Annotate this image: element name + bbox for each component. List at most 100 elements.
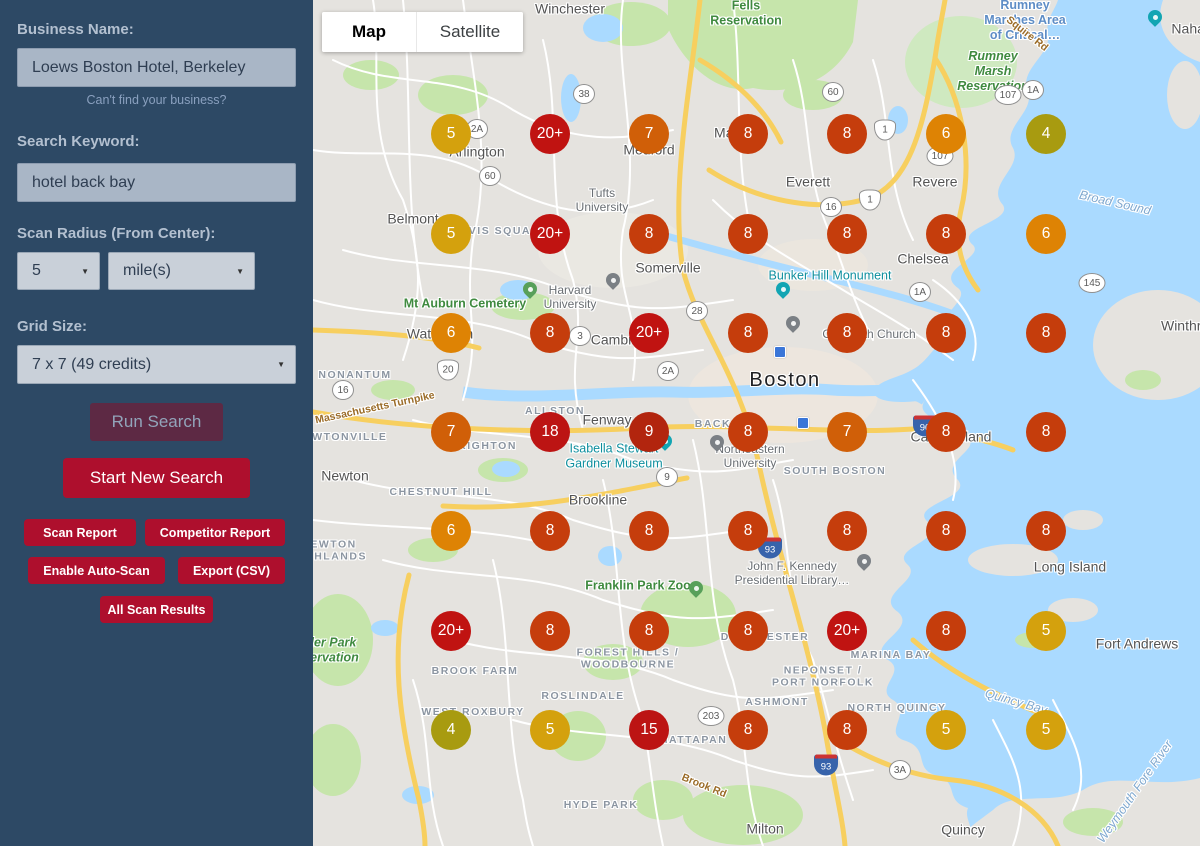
grid-rank-marker[interactable]: 8	[629, 611, 669, 651]
grid-rank-marker[interactable]: 8	[530, 611, 570, 651]
map-label: Brook Rd	[680, 771, 728, 800]
grid-rank-marker[interactable]: 5	[1026, 710, 1066, 750]
grid-rank-marker[interactable]: 8	[530, 313, 570, 353]
grid-rank-marker[interactable]: 8	[827, 313, 867, 353]
grid-rank-marker[interactable]: 4	[1026, 114, 1066, 154]
grid-rank-marker[interactable]: 8	[827, 511, 867, 551]
grid-rank-marker[interactable]: 9	[629, 412, 669, 452]
map-label: MARINA BAY	[851, 649, 932, 661]
grid-rank-marker[interactable]: 8	[728, 313, 768, 353]
route-shield-us: 1	[874, 120, 896, 141]
grid-rank-marker[interactable]: 8	[728, 114, 768, 154]
cant-find-business-link[interactable]: Can't find your business?	[0, 93, 313, 107]
grid-rank-marker[interactable]: 8	[728, 214, 768, 254]
teal-map-pin-icon	[776, 282, 790, 296]
grid-rank-marker[interactable]: 6	[926, 114, 966, 154]
route-shield-us: 1	[859, 190, 881, 211]
scan-radius-label: Scan Radius (From Center):	[17, 225, 215, 242]
competitor-report-button[interactable]: Competitor Report	[145, 519, 285, 546]
grid-rank-marker[interactable]: 8	[827, 114, 867, 154]
route-shield-circle: 9	[656, 467, 678, 487]
gray-map-pin-icon	[606, 273, 620, 287]
grid-rank-marker[interactable]: 7	[431, 412, 471, 452]
grid-rank-marker[interactable]: 5	[431, 114, 471, 154]
map-label: Winthrop	[1161, 318, 1200, 335]
grid-rank-marker[interactable]: 20+	[530, 114, 570, 154]
route-shield-circle: 3	[569, 326, 591, 346]
map-label: Mt Auburn Cemetery	[404, 297, 526, 312]
map-label: Quincy	[941, 822, 985, 839]
grid-size-select[interactable]: 7 x 7 (49 credits) ▼	[17, 345, 296, 384]
grid-rank-marker[interactable]: 7	[827, 412, 867, 452]
grid-rank-marker[interactable]: 8	[926, 412, 966, 452]
grid-rank-marker[interactable]: 6	[431, 313, 471, 353]
map-label: Winchester	[535, 1, 605, 18]
map-label: ASHMONT	[745, 696, 809, 708]
grid-rank-marker[interactable]: 5	[1026, 611, 1066, 651]
grid-rank-marker[interactable]: 15	[629, 710, 669, 750]
green-map-pin-icon	[523, 282, 537, 296]
grid-rank-marker[interactable]: 8	[1026, 412, 1066, 452]
map-label: BROOK FARM	[432, 665, 519, 677]
enable-auto-scan-button[interactable]: Enable Auto-Scan	[28, 557, 165, 584]
grid-rank-scanner-app: Business Name: Can't find your business?…	[0, 0, 1200, 846]
radius-unit-select[interactable]: mile(s) ▼	[108, 252, 255, 290]
all-scan-results-button[interactable]: All Scan Results	[100, 596, 213, 623]
map-label: Newton	[321, 468, 368, 485]
route-shield-circle: 1A	[909, 282, 931, 302]
route-shield-circle: 2A	[657, 361, 679, 381]
radius-value-select[interactable]: 5 ▼	[17, 252, 100, 290]
grid-rank-marker[interactable]: 6	[1026, 214, 1066, 254]
grid-rank-marker[interactable]: 20+	[629, 313, 669, 353]
route-shield-circle: 16	[332, 380, 354, 400]
grid-rank-marker[interactable]: 8	[827, 214, 867, 254]
grid-rank-marker[interactable]: 8	[1026, 313, 1066, 353]
map-label: NONANTUM	[318, 369, 391, 381]
satellite-view-button[interactable]: Satellite	[416, 12, 523, 52]
grid-rank-marker[interactable]: 5	[431, 214, 471, 254]
grid-rank-marker[interactable]: 8	[629, 511, 669, 551]
grid-rank-marker[interactable]: 8	[926, 511, 966, 551]
search-keyword-input[interactable]	[17, 163, 296, 202]
grid-rank-marker[interactable]: 6	[431, 511, 471, 551]
grid-rank-marker[interactable]: 8	[926, 313, 966, 353]
grid-rank-marker[interactable]: 8	[728, 611, 768, 651]
route-shield-circle: 28	[686, 301, 708, 321]
grid-rank-marker[interactable]: 8	[728, 412, 768, 452]
map-label: FellsReservation	[710, 0, 782, 28]
business-name-input[interactable]	[17, 48, 296, 87]
grid-rank-marker[interactable]: 8	[827, 710, 867, 750]
chevron-down-icon: ▼	[277, 360, 285, 369]
map-label: CHESTNUT HILL	[390, 486, 493, 498]
start-new-search-button[interactable]: Start New Search	[63, 458, 250, 498]
route-shield-us: 20	[437, 360, 459, 381]
route-shield-circle: 38	[573, 84, 595, 104]
run-search-button[interactable]: Run Search	[90, 403, 223, 441]
map-label: NEWTONVILLE	[313, 431, 387, 443]
export-csv-button[interactable]: Export (CSV)	[178, 557, 285, 584]
search-keyword-label: Search Keyword:	[17, 133, 140, 150]
grid-rank-marker[interactable]: 8	[728, 511, 768, 551]
gray-map-pin-icon	[710, 435, 724, 449]
grid-rank-marker[interactable]: 20+	[530, 214, 570, 254]
map-view-button[interactable]: Map	[322, 12, 416, 52]
grid-rank-marker[interactable]: 8	[1026, 511, 1066, 551]
scan-report-button[interactable]: Scan Report	[24, 519, 136, 546]
grid-rank-marker[interactable]: 8	[926, 214, 966, 254]
grid-rank-marker[interactable]: 20+	[827, 611, 867, 651]
grid-rank-marker[interactable]: 20+	[431, 611, 471, 651]
grid-rank-marker[interactable]: 8	[926, 611, 966, 651]
grid-rank-marker[interactable]: 8	[728, 710, 768, 750]
grid-rank-marker[interactable]: 5	[926, 710, 966, 750]
grid-rank-marker[interactable]: 8	[530, 511, 570, 551]
grid-rank-marker[interactable]: 18	[530, 412, 570, 452]
grid-rank-marker[interactable]: 5	[530, 710, 570, 750]
gray-map-pin-icon	[857, 554, 871, 568]
map-label: Everett	[786, 174, 830, 191]
grid-rank-marker[interactable]: 7	[629, 114, 669, 154]
grid-rank-marker[interactable]: 4	[431, 710, 471, 750]
grid-rank-marker[interactable]: 8	[629, 214, 669, 254]
map-canvas[interactable]: WinchesterArlingtonMedfordMaldenEverettR…	[313, 0, 1200, 846]
map-label: SOUTH BOSTON	[784, 465, 886, 477]
map-overlay: WinchesterArlingtonMedfordMaldenEverettR…	[313, 0, 1200, 846]
